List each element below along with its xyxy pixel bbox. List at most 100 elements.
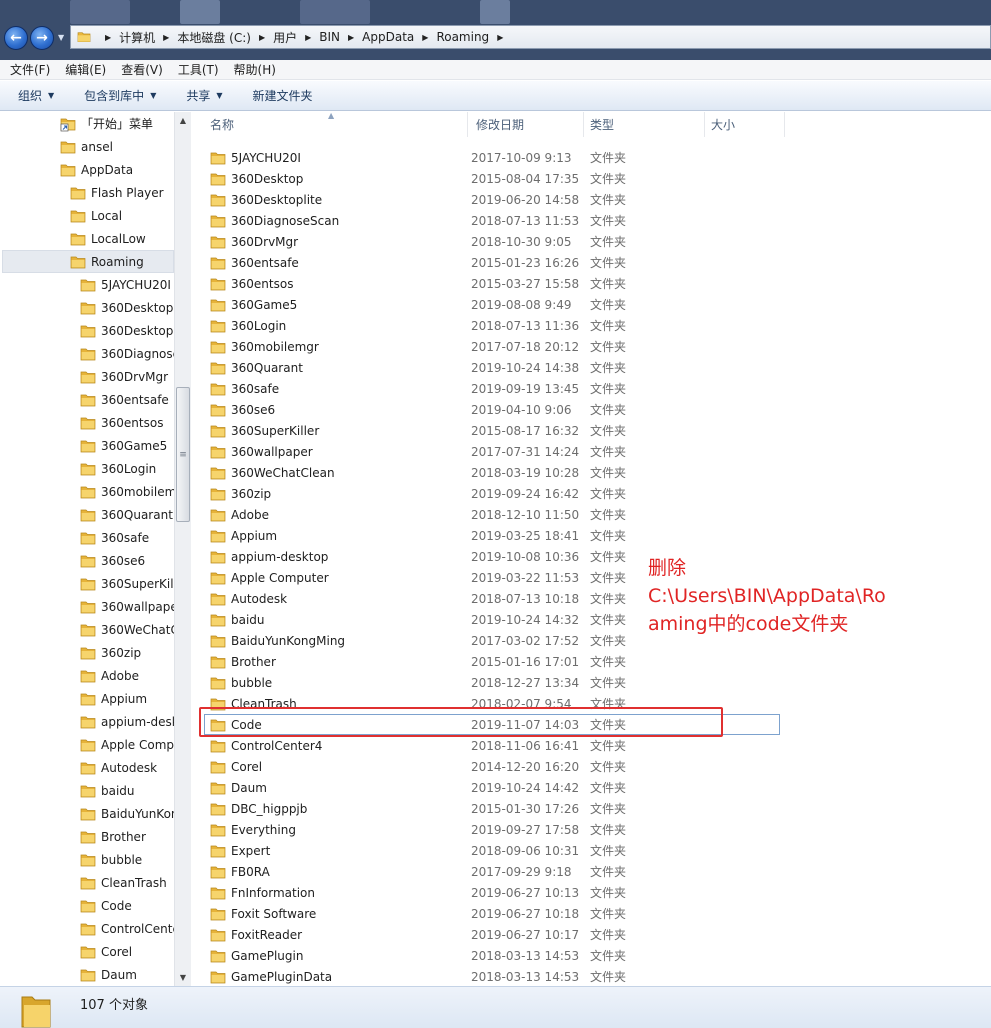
file-row[interactable]: 360Login 2018-07-13 11:36 文件夹 [192,315,991,336]
tree-item[interactable]: 360mobilem [80,480,174,503]
file-row[interactable]: ControlCenter4 2018-11-06 16:41 文件夹 [192,735,991,756]
column-header-date[interactable]: 修改日期 [468,112,584,137]
column-header-type[interactable]: 类型 [584,112,705,137]
file-row[interactable]: GamePluginData 2018-03-13 14:53 文件夹 [192,966,991,986]
file-row[interactable]: 360wallpaper 2017-07-31 14:24 文件夹 [192,441,991,462]
breadcrumb-separator-icon[interactable]: ▶ [348,33,354,42]
file-row[interactable]: 360Desktoplite 2019-06-20 14:58 文件夹 [192,189,991,210]
breadcrumb-separator-icon[interactable]: ▶ [105,33,111,42]
command-button[interactable]: 组织 ▼ [18,87,54,104]
file-row[interactable]: Brother 2015-01-16 17:01 文件夹 [192,651,991,672]
tree-item[interactable]: Adobe [80,664,139,687]
tree-item[interactable]: Daum [80,963,137,986]
tree-item[interactable]: AppData [60,158,133,181]
tree-item[interactable]: 360Desktopl [80,319,174,342]
tree-item[interactable]: Brother [80,825,146,848]
breadcrumb-item[interactable]: 本地磁盘 (C:) [177,29,251,46]
tree-item[interactable]: Local [70,204,122,227]
tree-item[interactable]: 5JAYCHU20I [80,273,171,296]
address-bar[interactable]: ▶ 计算机 ▶ 本地磁盘 (C:) ▶ 用户 ▶ BIN ▶ AppData ▶ Roaming ▶ [70,25,991,49]
breadcrumb-item[interactable]: 计算机 [119,29,155,46]
file-row[interactable]: Daum 2019-10-24 14:42 文件夹 [192,777,991,798]
command-button[interactable]: 包含到库中 ▼ [84,87,156,104]
tree-item[interactable]: Code [80,894,132,917]
breadcrumb-item[interactable]: AppData [362,30,414,44]
tree-item[interactable]: 360Quarant [80,503,173,526]
tree-item[interactable]: ControlCente [80,917,174,940]
menu-item[interactable]: 工具(T) [178,61,219,78]
command-button[interactable]: 新建文件夹 [253,87,313,104]
tree-item[interactable]: 360Login [80,457,156,480]
tree-item[interactable]: 360Game5 [80,434,167,457]
menu-item[interactable]: 编辑(E) [65,61,106,78]
file-row[interactable]: Adobe 2018-12-10 11:50 文件夹 [192,504,991,525]
navigation-scrollbar[interactable]: ▲ ≡ ▼ [174,112,191,986]
scroll-up-button[interactable]: ▲ [175,112,191,129]
tree-item[interactable]: 360WeChatC [80,618,174,641]
breadcrumb-separator-icon[interactable]: ▶ [422,33,428,42]
file-row[interactable]: FoxitReader 2019-06-27 10:17 文件夹 [192,924,991,945]
tree-item[interactable]: ansel [60,135,113,158]
tree-item[interactable]: 360SuperKill [80,572,174,595]
file-row[interactable]: DBC_higppjb 2015-01-30 17:26 文件夹 [192,798,991,819]
tree-item[interactable]: CleanTrash [80,871,167,894]
tree-item[interactable]: Roaming [2,250,174,273]
file-row[interactable]: 5JAYCHU20I 2017-10-09 9:13 文件夹 [192,147,991,168]
file-row[interactable]: Corel 2014-12-20 16:20 文件夹 [192,756,991,777]
tree-item[interactable]: 360DrvMgr [80,365,168,388]
tree-item[interactable]: 360entsos [80,411,163,434]
tree-item[interactable]: 360safe [80,526,149,549]
tree-item[interactable]: 360entsafe [80,388,169,411]
file-row[interactable]: GamePlugin 2018-03-13 14:53 文件夹 [192,945,991,966]
file-row[interactable]: FnInformation 2019-06-27 10:13 文件夹 [192,882,991,903]
scrollbar-thumb[interactable]: ≡ [176,387,190,522]
column-header-size[interactable]: 大小 [705,112,785,137]
breadcrumb-separator-icon[interactable]: ▶ [305,33,311,42]
file-row[interactable]: 360se6 2019-04-10 9:06 文件夹 [192,399,991,420]
tree-item[interactable]: 360se6 [80,549,145,572]
file-row[interactable]: 360mobilemgr 2017-07-18 20:12 文件夹 [192,336,991,357]
tree-item[interactable]: appium-desk [80,710,174,733]
tree-item[interactable]: 360Diagnose [80,342,174,365]
command-button[interactable]: 共享 ▼ [186,87,222,104]
file-row[interactable]: 360Quarant 2019-10-24 14:38 文件夹 [192,357,991,378]
tree-item[interactable]: Appium [80,687,147,710]
tree-item[interactable]: Apple Comp [80,733,174,756]
tree-item[interactable]: 360wallpape [80,595,174,618]
file-row[interactable]: bubble 2018-12-27 13:34 文件夹 [192,672,991,693]
breadcrumb-item[interactable]: Roaming [436,30,489,44]
menu-item[interactable]: 查看(V) [121,61,163,78]
file-row[interactable]: Expert 2018-09-06 10:31 文件夹 [192,840,991,861]
file-row[interactable]: Everything 2019-09-27 17:58 文件夹 [192,819,991,840]
tree-item[interactable]: 360Desktop [80,296,173,319]
file-row[interactable]: 360DrvMgr 2018-10-30 9:05 文件夹 [192,231,991,252]
column-header-name[interactable]: ▲ 名称 [192,112,468,137]
file-row[interactable]: 360WeChatClean 2018-03-19 10:28 文件夹 [192,462,991,483]
file-row[interactable]: 360SuperKiller 2015-08-17 16:32 文件夹 [192,420,991,441]
tree-item[interactable]: Flash Player [70,181,164,204]
breadcrumb-item[interactable]: BIN [319,30,340,44]
scroll-down-button[interactable]: ▼ [175,969,191,986]
file-row[interactable]: 360zip 2019-09-24 16:42 文件夹 [192,483,991,504]
menu-item[interactable]: 帮助(H) [234,61,276,78]
file-row[interactable]: Foxit Software 2019-06-27 10:18 文件夹 [192,903,991,924]
file-row[interactable]: 360Game5 2019-08-08 9:49 文件夹 [192,294,991,315]
forward-button[interactable]: → [30,26,54,50]
tree-item[interactable]: Autodesk [80,756,157,779]
tree-item[interactable]: 360zip [80,641,141,664]
tree-item[interactable]: Corel [80,940,132,963]
file-row[interactable]: Appium 2019-03-25 18:41 文件夹 [192,525,991,546]
file-row[interactable]: FB0RA 2017-09-29 9:18 文件夹 [192,861,991,882]
menu-item[interactable]: 文件(F) [10,61,50,78]
file-row[interactable]: 360safe 2019-09-19 13:45 文件夹 [192,378,991,399]
tree-item[interactable]: baidu [80,779,135,802]
file-row[interactable]: 360DiagnoseScan 2018-07-13 11:53 文件夹 [192,210,991,231]
tree-item[interactable]: 「开始」菜单 [60,112,153,135]
breadcrumb-separator-icon[interactable]: ▶ [259,33,265,42]
file-row[interactable]: 360entsafe 2015-01-23 16:26 文件夹 [192,252,991,273]
back-button[interactable]: ← [4,26,28,50]
breadcrumb-separator-icon[interactable]: ▶ [497,33,503,42]
breadcrumb-item[interactable]: 用户 [273,29,297,46]
recent-pages-dropdown[interactable]: ▼ [58,33,64,42]
file-row[interactable]: 360entsos 2015-03-27 15:58 文件夹 [192,273,991,294]
